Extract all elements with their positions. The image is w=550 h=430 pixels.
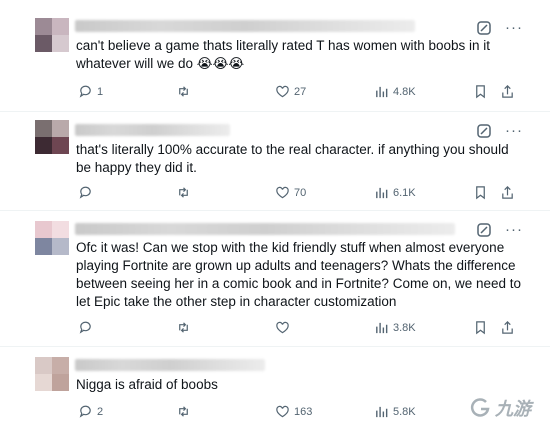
bookmark-button[interactable] [473, 185, 488, 200]
like-button[interactable]: 163 [275, 404, 312, 419]
reply-icon [79, 85, 91, 98]
reply-icon [79, 321, 91, 334]
retweet-button[interactable] [176, 185, 191, 200]
more-icon[interactable]: ··· [505, 222, 523, 237]
author-name-redacted[interactable] [75, 359, 265, 371]
avatar-tile [52, 374, 69, 391]
avatar-tile [35, 374, 52, 391]
views-icon [376, 86, 388, 98]
share-icon [502, 321, 513, 334]
views-button[interactable]: 4.8K [374, 84, 416, 99]
reply-button[interactable] [78, 185, 93, 200]
retweet-icon [179, 322, 188, 333]
post-4[interactable]: Nigga is afraid of boobs 2 163 5.8K [0, 347, 550, 430]
action-bar: 3.8K [0, 320, 550, 338]
retweet-icon [179, 406, 188, 417]
avatar-tile [52, 238, 69, 255]
avatar-tile [35, 238, 52, 255]
share-button[interactable] [500, 84, 515, 99]
avatar-tile [52, 18, 69, 35]
reply-count: 2 [97, 405, 104, 418]
bookmark-icon [476, 186, 485, 200]
views-count: 4.8K [393, 85, 416, 98]
watermark-text: 九游 [495, 399, 531, 419]
more-icon[interactable]: ··· [505, 20, 523, 35]
reply-count: 1 [97, 85, 104, 98]
share-icon [502, 85, 513, 98]
author-name-redacted[interactable] [75, 124, 230, 136]
avatar-tile [52, 137, 69, 154]
views-button[interactable]: 5.8K [374, 404, 416, 419]
views-button[interactable]: 3.8K [374, 320, 416, 335]
retweet-icon [179, 187, 188, 198]
post-text: Nigga is afraid of boobs [76, 377, 218, 392]
action-bar: 2 163 5.8K [0, 404, 550, 422]
grok-icon[interactable] [476, 222, 492, 238]
author-name-redacted[interactable] [75, 223, 455, 235]
views-count: 3.8K [393, 321, 416, 334]
avatar[interactable] [35, 120, 69, 154]
like-count: 27 [294, 85, 307, 98]
avatar[interactable] [35, 221, 69, 255]
retweet-button[interactable] [176, 404, 191, 419]
avatar-tile [52, 120, 69, 137]
like-count: 163 [294, 405, 313, 418]
g-logo-icon [470, 398, 490, 417]
share-button[interactable] [500, 185, 515, 200]
action-bar: 1 27 4.8K [0, 84, 550, 102]
views-button[interactable]: 6.1K [374, 185, 416, 200]
avatar-tile [52, 357, 69, 374]
bookmark-icon [476, 85, 485, 99]
like-icon [276, 405, 289, 418]
avatar-tile [35, 18, 52, 35]
avatar[interactable] [35, 18, 69, 52]
avatar-tile [35, 35, 52, 52]
post-text: Ofc it was! Can we stop with the kid fri… [76, 240, 522, 309]
retweet-icon [179, 86, 188, 97]
avatar-tile [52, 35, 69, 52]
grok-icon[interactable] [476, 123, 492, 139]
avatar-tile [35, 137, 52, 154]
retweet-button[interactable] [176, 320, 191, 335]
like-icon [276, 321, 289, 334]
like-count: 70 [294, 186, 307, 199]
like-icon [276, 85, 289, 98]
reply-button[interactable] [78, 320, 93, 335]
views-icon [376, 187, 388, 199]
reply-button[interactable]: 2 [78, 404, 103, 419]
action-bar: 70 6.1K [0, 185, 550, 203]
views-count: 6.1K [393, 186, 416, 199]
like-button[interactable]: 70 [275, 185, 306, 200]
avatar[interactable] [35, 357, 69, 391]
reply-button[interactable]: 1 [78, 84, 103, 99]
like-icon [276, 186, 289, 199]
more-icon[interactable]: ··· [505, 123, 523, 138]
post-text: that's literally 100% accurate to the re… [76, 142, 509, 175]
watermark: 九游 [470, 395, 531, 421]
post-1[interactable]: ··· can't believe a game thats literally… [0, 0, 550, 110]
share-button[interactable] [500, 320, 515, 335]
views-count: 5.8K [393, 405, 416, 418]
author-name-redacted[interactable] [75, 20, 415, 32]
reply-icon [79, 405, 91, 418]
grok-icon[interactable] [476, 20, 492, 36]
like-button[interactable]: 27 [275, 84, 306, 99]
post-2[interactable]: ··· that's literally 100% accurate to th… [0, 112, 550, 210]
views-icon [376, 322, 388, 334]
retweet-button[interactable] [176, 84, 191, 99]
avatar-tile [35, 120, 52, 137]
share-icon [502, 186, 513, 199]
bookmark-icon [476, 321, 485, 335]
avatar-tile [52, 221, 69, 238]
post-3[interactable]: ··· Ofc it was! Can we stop with the kid… [0, 211, 550, 345]
bookmark-button[interactable] [473, 320, 488, 335]
avatar-tile [35, 221, 52, 238]
reply-icon [79, 186, 91, 199]
post-text: can't believe a game thats literally rat… [76, 38, 491, 71]
views-icon [376, 406, 388, 418]
avatar-tile [35, 357, 52, 374]
like-button[interactable] [275, 320, 290, 335]
bookmark-button[interactable] [473, 84, 488, 99]
